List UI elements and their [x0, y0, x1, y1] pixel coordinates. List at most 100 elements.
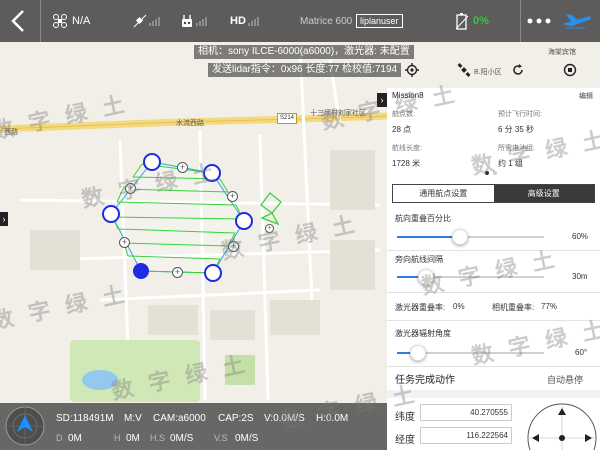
latitude-input[interactable]: 40.270555 [420, 404, 512, 421]
chevron-left-icon [11, 10, 24, 32]
side-spacing-label: 旁向航线间隔 [395, 255, 443, 264]
airplane-icon [563, 14, 591, 29]
camera-overlap-label: 相机重叠率: [492, 303, 535, 312]
route-length-value: 1728 米 [392, 159, 421, 168]
road-name-west: 西路 [4, 129, 18, 136]
more-menu-button[interactable] [527, 0, 551, 42]
takeoff-button[interactable] [563, 0, 591, 42]
tab-general[interactable]: 通用航点设置 [393, 185, 494, 202]
battery-needed-value: 约 1 组 [498, 159, 523, 168]
stop-icon[interactable] [561, 61, 579, 79]
drone-status: N/A [52, 0, 90, 42]
start-waypoint-marker[interactable] [133, 263, 149, 279]
battery-needed-label: 所需电池组: [498, 145, 535, 152]
add-waypoint-icon[interactable]: + [228, 241, 239, 252]
latitude-label: 纬度 [395, 412, 415, 423]
back-button[interactable] [10, 0, 26, 42]
add-waypoint-icon[interactable]: + [172, 267, 183, 278]
remote-controller-icon [182, 15, 192, 27]
refresh-icon[interactable] [509, 61, 527, 79]
battery-status: 0% [455, 0, 489, 42]
bottom-status-bar: SD:118491M M:V CAM:a6000 CAP:2S V:0.0M/S… [0, 403, 387, 450]
settings-tabs: 通用航点设置 高级设置 [392, 184, 595, 203]
height-readout: H:0.0M [316, 413, 349, 424]
direction-pad[interactable] [522, 402, 600, 450]
rc-signal-bars [196, 16, 207, 26]
divider [520, 0, 521, 42]
divider [387, 292, 600, 293]
satellite-signal-icon [133, 14, 147, 28]
collapse-panel-button[interactable]: › [377, 93, 387, 107]
user-name: liplanuser [356, 14, 403, 28]
gps-signal [133, 0, 160, 42]
village-label: 十三顷村刘家社区 [310, 110, 366, 117]
vertical-speed-label: V.S [214, 433, 228, 443]
home-point-icon[interactable]: + [265, 224, 274, 233]
altitude-value: 0M [126, 433, 140, 444]
drone-status-label: N/A [72, 15, 91, 27]
add-waypoint-icon[interactable]: + [125, 183, 136, 194]
satellite-icon[interactable] [455, 61, 473, 79]
battery-percent: 0% [473, 15, 489, 27]
forward-overlap-knob[interactable] [452, 229, 469, 245]
laser-angle-knob[interactable] [409, 345, 426, 361]
flight-time-label: 预计飞行时间: [498, 111, 542, 118]
divider [387, 366, 600, 367]
side-spacing-knob[interactable] [418, 269, 435, 285]
more-dots-icon [527, 18, 551, 24]
road-shield: S214 [277, 113, 298, 124]
hd-signal-bars [247, 16, 259, 26]
page-dot-active[interactable] [485, 171, 489, 175]
vertical-speed-readout: V:0.0M/S [264, 413, 305, 424]
completion-action-dropdown[interactable]: 自动悬停 [547, 373, 583, 386]
waypoint-marker[interactable] [204, 264, 222, 282]
flight-time-value: 6 分 35 秒 [498, 125, 535, 134]
side-spacing-slider[interactable] [397, 269, 544, 285]
camera-overlap-value: 77% [541, 302, 558, 311]
top-bar: N/A HD Matrice 600 liplanuser 0% [0, 0, 600, 42]
radar-compass-icon [5, 406, 45, 446]
forward-overlap-fill [397, 236, 461, 238]
camera-model: CAM:a6000 [153, 413, 206, 424]
forward-overlap-value: 60% [572, 232, 589, 241]
user-badge: liplanuser [356, 0, 403, 42]
laser-angle-slider[interactable] [397, 345, 544, 361]
distance-value: 0M [68, 433, 82, 444]
gps-signal-bars [149, 16, 160, 26]
route-length-label: 航线长度: [392, 145, 422, 152]
divider [40, 0, 41, 42]
tab-advanced[interactable]: 高级设置 [493, 185, 594, 202]
add-waypoint-icon[interactable]: + [177, 162, 188, 173]
mission-name: Mission8 [392, 91, 424, 100]
drone-icon [53, 14, 67, 28]
waypoint-marker[interactable] [143, 153, 161, 171]
forward-overlap-slider[interactable] [397, 229, 544, 245]
laser-overlap-value: 0% [453, 302, 465, 311]
completion-action-label: 任务完成动作 [395, 375, 455, 386]
longitude-input[interactable]: 116.222564 [420, 427, 512, 444]
waypoint-marker[interactable] [102, 205, 120, 223]
expand-left-panel-button[interactable]: › [0, 212, 8, 226]
locate-icon[interactable] [403, 61, 421, 79]
waypoint-count-label: 航点数: [392, 111, 415, 118]
device-name: Matrice 600 [300, 15, 353, 27]
waypoint-marker[interactable] [235, 212, 253, 230]
sd-capacity: SD:118491M [56, 413, 114, 424]
community-label: B.阳小区 [474, 69, 502, 76]
edit-button[interactable]: 编辑 [579, 91, 593, 101]
add-waypoint-icon[interactable]: + [227, 191, 238, 202]
road-name: 水流西路 [176, 120, 204, 127]
add-waypoint-icon[interactable]: + [119, 237, 130, 248]
mission-panel: Mission8 编辑 航点数: 28 点 预计飞行时间: 6 分 35 秒 航… [387, 88, 600, 450]
waypoint-marker[interactable] [203, 164, 221, 182]
vertical-speed-value: 0M/S [235, 433, 259, 444]
page-dot[interactable] [493, 171, 497, 175]
hd-signal: HD [230, 0, 259, 42]
mode-status: M:V [124, 413, 142, 424]
hotel-label: 海棠宾馆 [548, 49, 576, 56]
rc-signal [180, 0, 207, 42]
camera-info-line: 相机：sony ILCE-6000(a6000)，激光器: 未配置 [194, 45, 414, 59]
divider [387, 390, 600, 398]
lidar-command-line: 发送lidar指令：0x96 长度:77 检校值:7194 [208, 63, 402, 77]
hd-label: HD [230, 15, 246, 27]
